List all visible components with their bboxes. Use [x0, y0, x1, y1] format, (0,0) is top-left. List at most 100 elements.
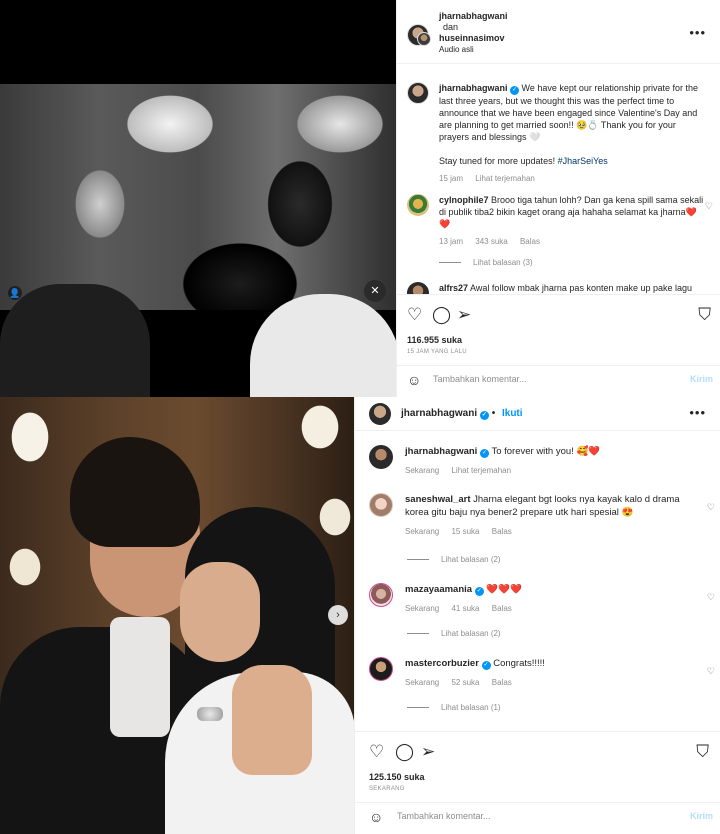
more-options-icon[interactable]: •••: [689, 25, 706, 40]
photo-woman-face: [180, 562, 260, 662]
comment-input[interactable]: Tambahkan komentar...: [433, 374, 527, 384]
like-icon[interactable]: ♡: [369, 742, 384, 762]
photo-man-hair: [70, 437, 200, 547]
hashtag-link[interactable]: #JharSeiYes: [558, 156, 608, 166]
bookmark-icon[interactable]: ⛉: [696, 742, 709, 762]
post-2-header: jharnabhagwani ✓ • Ikuti •••: [355, 397, 720, 431]
video-man-silhouette: [0, 284, 150, 397]
post-2: › jharnabhagwani ✓ • Ikuti ••• jharnabha…: [0, 397, 720, 834]
like-count[interactable]: 116.955 suka: [407, 335, 462, 345]
comment-like-icon[interactable]: ♡: [707, 665, 715, 678]
more-options-icon[interactable]: •••: [689, 405, 706, 420]
post-time: 15 JAM YANG LALU: [407, 349, 467, 355]
translate-link[interactable]: Lihat terjemahan: [451, 466, 511, 475]
comment-likes[interactable]: 343 suka: [475, 237, 507, 246]
comment-username[interactable]: mastercorbuzier: [405, 658, 479, 669]
avatar[interactable]: [407, 282, 429, 294]
bookmark-icon[interactable]: ⛉: [698, 305, 711, 325]
next-photo-icon[interactable]: ›: [328, 605, 348, 625]
post-1-actions: ♡ ◯ ➢ ⛉ 116.955 suka 15 JAM YANG LALU ☺ …: [397, 294, 720, 397]
verified-icon: ✓: [479, 411, 489, 420]
connector-text: dan: [443, 22, 459, 32]
username-link[interactable]: jharnabhagwani: [439, 11, 508, 21]
photo-shirt: [110, 617, 170, 737]
like-count[interactable]: 125.150 suka: [369, 772, 425, 782]
post-2-actions: ♡ ◯ ➢ ⛉ 125.150 suka SEKARANG ☺ Tambahka…: [355, 731, 720, 834]
collab-names: jharnabhagwani dan huseinnasimov Audio a…: [439, 11, 508, 55]
translate-link[interactable]: Lihat terjemahan: [475, 174, 535, 183]
verified-icon: ✓: [479, 449, 489, 458]
post-2-photo[interactable]: ›: [0, 397, 354, 834]
comment-likes[interactable]: 15 suka: [451, 527, 479, 536]
caption-username[interactable]: jharnabhagwani: [405, 446, 477, 457]
post-2-sidebar: jharnabhagwani ✓ • Ikuti ••• jharnabhagw…: [354, 397, 720, 834]
post-1-sidebar: jharnabhagwani dan huseinnasimov Audio a…: [396, 0, 720, 397]
avatar[interactable]: [369, 493, 393, 517]
photo-brooch: [197, 707, 223, 721]
audio-label[interactable]: Audio asli: [439, 44, 508, 55]
caption-time: 15 jam: [439, 174, 464, 183]
username-link[interactable]: jharnabhagwani: [401, 408, 477, 419]
video-woman-silhouette: [250, 294, 396, 397]
view-replies-link[interactable]: Lihat balasan (2): [407, 629, 501, 638]
post-comment-button[interactable]: Kirim: [690, 374, 713, 384]
comment-time: Sekarang: [405, 678, 440, 687]
comment-likes[interactable]: 52 suka: [451, 678, 479, 687]
reply-button[interactable]: Balas: [492, 527, 512, 536]
avatar[interactable]: [369, 583, 393, 607]
post-comment-button[interactable]: Kirim: [690, 811, 713, 821]
add-comment-bar: ☺ Tambahkan komentar... Kirim: [355, 802, 720, 830]
comment-likes[interactable]: 41 suka: [451, 604, 479, 613]
caption-text-2: Stay tuned for more updates!: [439, 156, 556, 166]
like-icon[interactable]: ♡: [407, 305, 422, 325]
view-replies-link[interactable]: Lihat balasan (2): [407, 555, 501, 564]
photo-hand-ring: [232, 665, 312, 775]
comment-username[interactable]: mazayaamania: [405, 584, 472, 595]
view-replies-link[interactable]: Lihat balasan (3): [439, 258, 533, 267]
caption-username[interactable]: jharnabhagwani: [439, 83, 508, 93]
post-1-comments: jharnabhagwani ✓ We have kept our relati…: [397, 64, 720, 294]
comment-text: Awal follow mbak jharna pas konten make …: [470, 283, 693, 293]
avatar[interactable]: [369, 445, 393, 469]
share-icon[interactable]: ➢: [421, 742, 435, 762]
comment-text: ❤️❤️❤️: [486, 584, 522, 595]
follow-button[interactable]: Ikuti: [502, 408, 523, 419]
verified-icon: ✓: [481, 661, 491, 670]
verified-icon: ✓: [510, 86, 520, 95]
caption-text: To forever with you! 🥰❤️: [491, 446, 601, 457]
emoji-icon[interactable]: ☺: [407, 372, 421, 388]
avatar[interactable]: [407, 194, 429, 216]
avatar[interactable]: [369, 403, 391, 425]
post-time: SEKARANG: [369, 786, 405, 792]
share-icon[interactable]: ➢: [457, 305, 471, 325]
comment-time: 13 jam: [439, 237, 464, 246]
comment-icon[interactable]: ◯: [432, 305, 451, 325]
comment-username[interactable]: alfrs27: [439, 283, 468, 293]
post-1-video[interactable]: 👤 ✕: [0, 0, 396, 397]
avatar[interactable]: [407, 82, 429, 104]
comment-like-icon[interactable]: ♡: [707, 501, 715, 514]
comment-like-icon[interactable]: ♡: [705, 200, 713, 212]
reply-button[interactable]: Balas: [492, 604, 512, 613]
comment-time: Sekarang: [405, 604, 440, 613]
comment-icon[interactable]: ◯: [395, 742, 414, 762]
comment-text: Congrats!!!!!: [493, 658, 545, 669]
post-1-header: jharnabhagwani dan huseinnasimov Audio a…: [397, 0, 720, 64]
reply-button[interactable]: Balas: [520, 237, 540, 246]
post-2-comments: jharnabhagwani ✓ To forever with you! 🥰❤…: [355, 431, 720, 731]
comment-like-icon[interactable]: ♡: [707, 591, 715, 604]
caption-time: Sekarang: [405, 466, 440, 475]
username-link-collab[interactable]: huseinnasimov: [439, 33, 505, 43]
view-replies-link[interactable]: Lihat balasan (1): [407, 703, 501, 712]
video-frame: [0, 84, 396, 397]
comment-username[interactable]: cylnophile7: [439, 195, 489, 205]
comment-input[interactable]: Tambahkan komentar...: [397, 811, 491, 821]
user-tag-icon[interactable]: 👤: [8, 286, 22, 300]
reply-button[interactable]: Balas: [492, 678, 512, 687]
add-comment-bar: ☺ Tambahkan komentar... Kirim: [397, 365, 720, 393]
comment-username[interactable]: saneshwal_art: [405, 494, 470, 505]
avatar[interactable]: [369, 657, 393, 681]
emoji-icon[interactable]: ☺: [369, 809, 383, 825]
mute-icon[interactable]: ✕: [364, 280, 386, 302]
avatar-collab[interactable]: [417, 32, 431, 46]
